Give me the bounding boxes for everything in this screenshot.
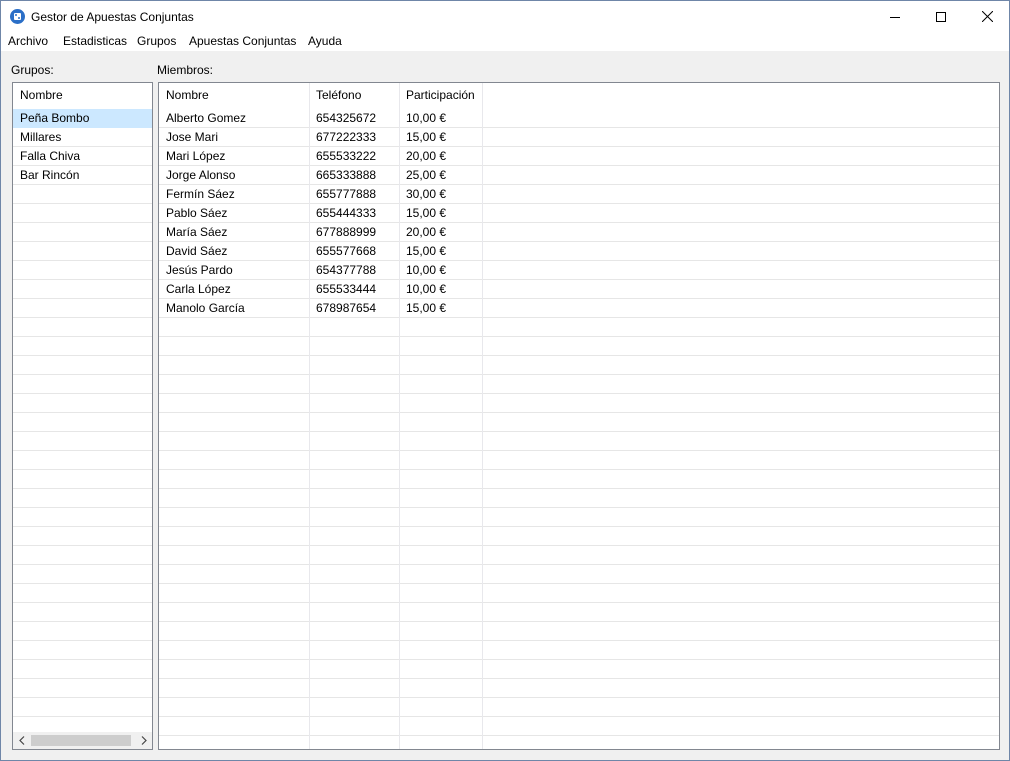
member-participation: 10,00 € bbox=[406, 263, 447, 277]
table-row[interactable]: Alberto Gomez 654325672 10,00 € bbox=[159, 109, 999, 128]
member-participation: 10,00 € bbox=[406, 282, 447, 296]
groups-list[interactable]: Nombre Peña Bombo Millares Falla Chiva Bar … bbox=[12, 82, 153, 750]
member-participation: 15,00 € bbox=[406, 130, 447, 144]
member-phone: 655577668 bbox=[316, 244, 377, 258]
member-phone: 654377788 bbox=[316, 263, 377, 277]
group-name: Bar Rincón bbox=[20, 168, 80, 182]
member-name: María Sáez bbox=[166, 225, 228, 239]
maximize-icon bbox=[936, 11, 946, 22]
member-participation: 15,00 € bbox=[406, 301, 447, 315]
member-name: Jorge Alonso bbox=[166, 168, 236, 182]
member-phone: 655533222 bbox=[316, 149, 377, 163]
member-name: Jesús Pardo bbox=[166, 263, 233, 277]
menu-estadisticas[interactable]: Estadisticas bbox=[63, 34, 127, 48]
member-name: Carla López bbox=[166, 282, 231, 296]
table-row[interactable]: Carla López 655533444 10,00 € bbox=[159, 280, 999, 299]
menu-grupos[interactable]: Grupos bbox=[137, 34, 176, 48]
group-list-item[interactable]: Millares bbox=[13, 128, 152, 147]
groups-horizontal-scrollbar[interactable] bbox=[13, 732, 152, 749]
group-list-item[interactable]: Falla Chiva bbox=[13, 147, 152, 166]
member-participation: 20,00 € bbox=[406, 149, 447, 163]
member-participation: 15,00 € bbox=[406, 206, 447, 220]
member-participation: 15,00 € bbox=[406, 244, 447, 258]
member-name: David Sáez bbox=[166, 244, 228, 258]
member-name: Fermín Sáez bbox=[166, 187, 235, 201]
maximize-button[interactable] bbox=[918, 1, 964, 32]
member-phone: 678987654 bbox=[316, 301, 377, 315]
member-participation: 25,00 € bbox=[406, 168, 447, 182]
table-row[interactable]: Jorge Alonso 665333888 25,00 € bbox=[159, 166, 999, 185]
table-row[interactable]: Fermín Sáez 655777888 30,00 € bbox=[159, 185, 999, 204]
list-gridlines bbox=[13, 109, 152, 749]
menu-archivo[interactable]: Archivo bbox=[8, 34, 48, 48]
group-name: Peña Bombo bbox=[20, 111, 90, 125]
menu-apuestas-conjuntas[interactable]: Apuestas Conjuntas bbox=[189, 34, 296, 48]
member-name: Pablo Sáez bbox=[166, 206, 228, 220]
members-table[interactable]: Nombre Teléfono Participación Alberto Go… bbox=[158, 82, 1000, 750]
member-participation: 30,00 € bbox=[406, 187, 447, 201]
table-row[interactable]: Mari López 655533222 20,00 € bbox=[159, 147, 999, 166]
member-name: Jose Mari bbox=[166, 130, 219, 144]
member-phone: 655444333 bbox=[316, 206, 377, 220]
group-list-item[interactable]: Bar Rincón bbox=[13, 166, 152, 185]
table-row[interactable]: Manolo García 678987654 15,00 € bbox=[159, 299, 999, 318]
members-header-telefono[interactable]: Teléfono bbox=[316, 83, 361, 108]
minimize-button[interactable] bbox=[872, 1, 918, 32]
member-phone: 677222333 bbox=[316, 130, 377, 144]
close-button[interactable] bbox=[964, 1, 1009, 32]
app-window: Gestor de Apuestas Conjuntas Archivo Est… bbox=[0, 0, 1010, 761]
groups-label: Grupos: bbox=[11, 63, 54, 77]
minimize-icon bbox=[890, 16, 900, 18]
member-name: Manolo García bbox=[166, 301, 245, 315]
scroll-right-button[interactable] bbox=[135, 732, 152, 749]
group-list-item[interactable]: Peña Bombo bbox=[13, 109, 152, 128]
scroll-thumb[interactable] bbox=[31, 735, 131, 746]
member-phone: 654325672 bbox=[316, 111, 377, 125]
table-row[interactable]: Jesús Pardo 654377788 10,00 € bbox=[159, 261, 999, 280]
dice-icon bbox=[10, 9, 25, 24]
table-row[interactable]: David Sáez 655577668 15,00 € bbox=[159, 242, 999, 261]
chevron-left-icon bbox=[18, 736, 24, 745]
table-row[interactable]: Jose Mari 677222333 15,00 € bbox=[159, 128, 999, 147]
member-phone: 665333888 bbox=[316, 168, 377, 182]
member-phone: 677888999 bbox=[316, 225, 377, 239]
member-name: Mari López bbox=[166, 149, 226, 163]
member-participation: 10,00 € bbox=[406, 111, 447, 125]
chevron-right-icon bbox=[141, 736, 147, 745]
member-participation: 20,00 € bbox=[406, 225, 447, 239]
group-name: Millares bbox=[20, 130, 62, 144]
menu-bar: Archivo Estadisticas Grupos Apuestas Con… bbox=[1, 32, 1009, 51]
menu-ayuda[interactable]: Ayuda bbox=[308, 34, 342, 48]
window-title: Gestor de Apuestas Conjuntas bbox=[31, 10, 194, 24]
member-phone: 655777888 bbox=[316, 187, 377, 201]
member-phone: 655533444 bbox=[316, 282, 377, 296]
table-row[interactable]: María Sáez 677888999 20,00 € bbox=[159, 223, 999, 242]
members-label: Miembros: bbox=[157, 63, 214, 77]
close-icon bbox=[981, 11, 993, 22]
title-bar[interactable]: Gestor de Apuestas Conjuntas bbox=[1, 1, 1009, 32]
members-header-participacion[interactable]: Participación bbox=[406, 83, 475, 108]
group-name: Falla Chiva bbox=[20, 149, 81, 163]
groups-column-header[interactable]: Nombre bbox=[20, 83, 63, 108]
table-row[interactable]: Pablo Sáez 655444333 15,00 € bbox=[159, 204, 999, 223]
scroll-left-button[interactable] bbox=[13, 732, 30, 749]
members-header-nombre[interactable]: Nombre bbox=[166, 83, 209, 108]
member-name: Alberto Gomez bbox=[166, 111, 247, 125]
